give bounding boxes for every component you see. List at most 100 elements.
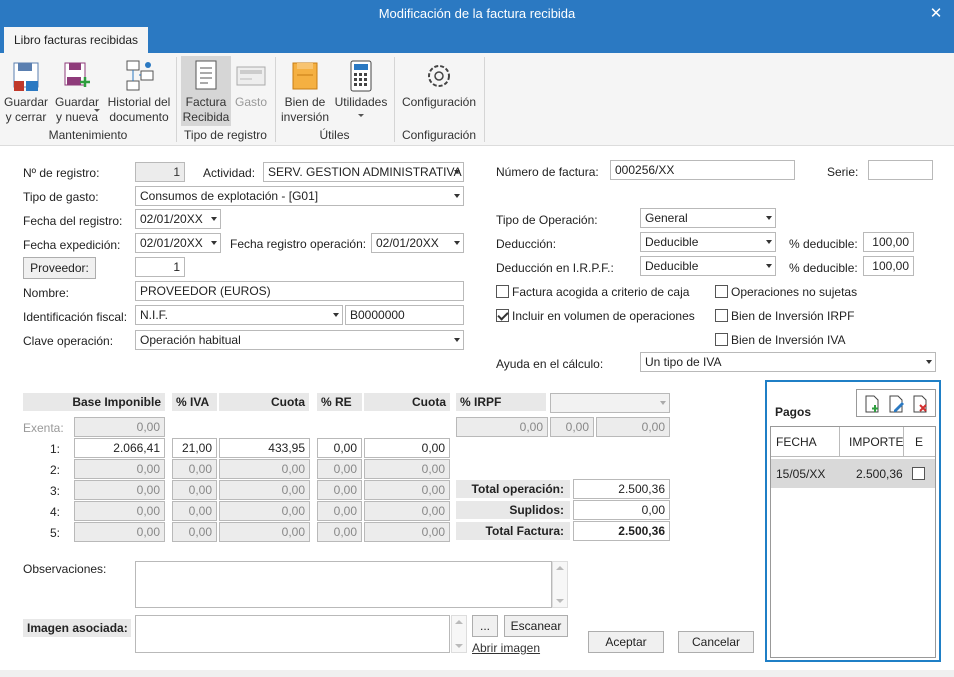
proveedor-field[interactable]: 1 <box>135 257 185 277</box>
header-base-imponible: Base Imponible <box>23 393 165 411</box>
new-document-icon[interactable] <box>863 395 881 413</box>
tax-cell-cuota[interactable]: 0,00 <box>219 480 310 500</box>
tipo-operacion-select[interactable]: General <box>640 208 776 228</box>
tax-cell-cuota-re[interactable]: 0,00 <box>364 522 450 542</box>
calculator-icon <box>345 59 377 93</box>
observaciones-scrollbar[interactable] <box>552 561 568 608</box>
pagos-col-e: E <box>915 435 924 449</box>
tax-cell-cuota[interactable]: 433,95 <box>219 438 310 458</box>
criterio-caja-checkbox[interactable] <box>496 285 509 298</box>
tax-cell-re[interactable]: 0,00 <box>317 522 362 542</box>
tab-libro-facturas[interactable]: Libro facturas recibidas <box>4 27 149 53</box>
close-icon[interactable]: ✕ <box>926 0 946 29</box>
deduccion-irpf-select[interactable]: Deducible <box>640 256 776 276</box>
pagos-col-fecha: FECHA <box>776 435 817 449</box>
irpf-select[interactable] <box>550 393 670 413</box>
abrir-imagen-link[interactable]: Abrir imagen <box>472 641 540 655</box>
guardar-nueva-button[interactable]: Guardar y nueva <box>53 56 101 125</box>
tax-cell-iva[interactable]: 21,00 <box>172 438 217 458</box>
exenta-label: Exenta: <box>23 421 64 435</box>
volumen-operaciones-checkbox[interactable] <box>496 309 509 322</box>
total-operacion-field[interactable]: 2.500,36 <box>573 479 670 499</box>
configuracion-button[interactable]: Configuración <box>400 56 478 110</box>
suplidos-field[interactable]: 0,00 <box>573 500 670 520</box>
tax-cell-cuota[interactable]: 0,00 <box>219 501 310 521</box>
tax-cell-re[interactable]: 0,00 <box>317 501 362 521</box>
dropdown-arrow-icon <box>94 109 100 112</box>
imagen-scrollbar[interactable] <box>451 615 467 653</box>
fecha-registro-operacion-picker[interactable]: 02/01/20XX <box>371 233 464 253</box>
deduccion-select[interactable]: Deducible <box>640 232 776 252</box>
tax-cell-iva[interactable]: 0,00 <box>172 459 217 479</box>
tax-cell-cuota-re[interactable]: 0,00 <box>364 501 450 521</box>
imagen-asociada-field[interactable] <box>135 615 450 653</box>
tax-cell-base[interactable]: 0,00 <box>74 501 165 521</box>
tax-cell-base[interactable]: 2.066,41 <box>74 438 165 458</box>
proveedor-button[interactable]: Proveedor: <box>23 257 96 279</box>
observaciones-label: Observaciones: <box>23 562 107 576</box>
tax-cell-cuota-re[interactable]: 0,00 <box>364 459 450 479</box>
historial-documento-button[interactable]: Historial del documento <box>105 56 173 125</box>
tax-row-label: 1: <box>50 442 61 456</box>
tax-row-label: 2: <box>50 463 61 477</box>
tax-cell-base[interactable]: 0,00 <box>74 459 165 479</box>
clave-operacion-select[interactable]: Operación habitual <box>135 330 464 350</box>
actividad-select[interactable]: SERV. GESTION ADMINISTRATIVA <box>263 162 464 182</box>
total-factura-field[interactable]: 2.500,36 <box>573 521 670 541</box>
tax-cell-cuota[interactable]: 0,00 <box>219 459 310 479</box>
group-label-utiles: Útiles <box>319 128 350 142</box>
pago-estado-checkbox[interactable] <box>912 467 925 480</box>
tipo-gasto-label: Tipo de gasto: <box>23 190 99 204</box>
nombre-field[interactable]: PROVEEDOR (EUROS) <box>135 281 464 301</box>
utilidades-button[interactable]: Utilidades <box>333 56 389 117</box>
aceptar-button[interactable]: Aceptar <box>588 631 664 653</box>
tax-cell-base[interactable]: 0,00 <box>74 480 165 500</box>
tax-cell-re[interactable]: 0,00 <box>317 438 362 458</box>
numero-factura-field[interactable]: 000256/XX <box>610 160 795 180</box>
tax-cell-iva[interactable]: 0,00 <box>172 522 217 542</box>
fecha-registro-picker[interactable]: 02/01/20XX <box>135 209 221 229</box>
edit-document-icon[interactable] <box>887 395 905 413</box>
tax-cell-iva[interactable]: 0,00 <box>172 480 217 500</box>
investment-folder-icon <box>289 59 321 93</box>
escanear-button[interactable]: Escanear <box>504 615 568 637</box>
tax-cell-cuota-re[interactable]: 0,00 <box>364 438 450 458</box>
irpf-pct-field[interactable]: 0,00 <box>550 417 594 437</box>
bien-inversion-irpf-checkbox[interactable] <box>715 309 728 322</box>
irpf-base-field[interactable]: 0,00 <box>456 417 548 437</box>
fecha-expedicion-picker[interactable]: 02/01/20XX <box>135 233 221 253</box>
observaciones-field[interactable] <box>135 561 552 608</box>
bien-inversion-iva-checkbox[interactable] <box>715 333 728 346</box>
tax-cell-re[interactable]: 0,00 <box>317 480 362 500</box>
n-registro-label: Nº de registro: <box>23 166 100 180</box>
pct-deducible-irpf-field[interactable]: 100,00 <box>863 256 914 276</box>
tipo-gasto-select[interactable]: Consumos de explotación - [G01] <box>135 186 464 206</box>
gasto-button[interactable]: Gasto <box>233 56 269 110</box>
exenta-field[interactable]: 0,00 <box>74 417 165 437</box>
irpf-cuota-field[interactable]: 0,00 <box>596 417 670 437</box>
factura-recibida-button[interactable]: Factura Recibida <box>181 56 231 126</box>
n-registro-field[interactable]: 1 <box>135 162 185 182</box>
serie-field[interactable] <box>868 160 933 180</box>
expense-icon <box>235 59 267 93</box>
browse-button[interactable]: ... <box>472 615 498 637</box>
cancelar-button[interactable]: Cancelar <box>678 631 754 653</box>
pct-deducible-field[interactable]: 100,00 <box>863 232 914 252</box>
pct-deducible-label: % deducible: <box>789 237 858 251</box>
no-sujetas-checkbox[interactable] <box>715 285 728 298</box>
identificacion-fiscal-field[interactable]: B0000000 <box>345 305 464 325</box>
delete-document-icon[interactable] <box>911 395 929 413</box>
actividad-label: Actividad: <box>203 166 256 180</box>
identificacion-tipo-select[interactable]: N.I.F. <box>135 305 343 325</box>
bien-inversion-button[interactable]: Bien de inversión <box>281 56 329 125</box>
tax-cell-cuota-re[interactable]: 0,00 <box>364 480 450 500</box>
tax-cell-cuota[interactable]: 0,00 <box>219 522 310 542</box>
bien-inversion-iva-label: Bien de Inversión IVA <box>731 333 846 347</box>
numero-factura-label: Número de factura: <box>496 165 599 179</box>
pagos-col-importe: IMPORTE <box>849 435 904 449</box>
tax-cell-iva[interactable]: 0,00 <box>172 501 217 521</box>
tax-cell-base[interactable]: 0,00 <box>74 522 165 542</box>
ayuda-calculo-select[interactable]: Un tipo de IVA <box>640 352 936 372</box>
tax-cell-re[interactable]: 0,00 <box>317 459 362 479</box>
guardar-cerrar-button[interactable]: Guardar y cerrar <box>2 56 50 125</box>
